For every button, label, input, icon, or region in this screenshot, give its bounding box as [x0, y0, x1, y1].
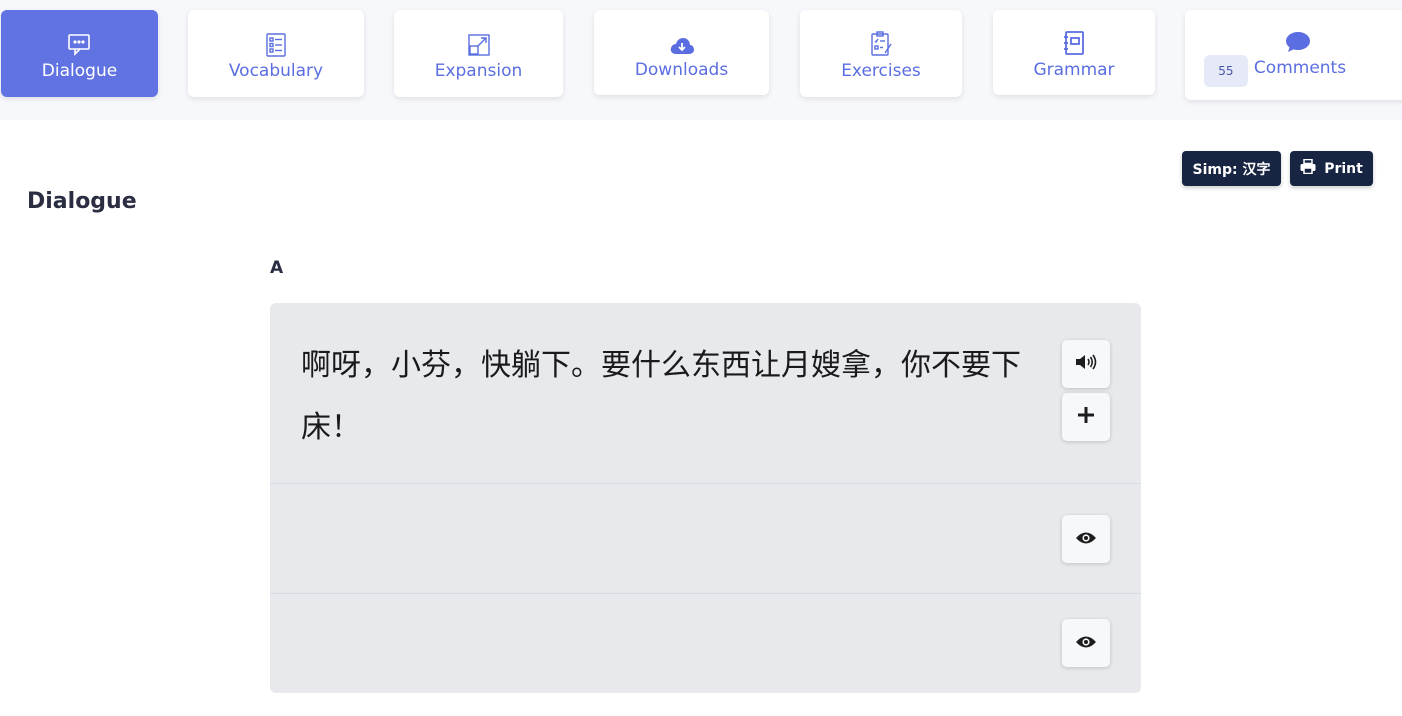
chat-bubble-icon [67, 27, 93, 57]
simplified-toggle-button[interactable]: Simp: 汉字 [1182, 151, 1281, 186]
printer-icon [1300, 158, 1316, 178]
dialogue-line-card: 啊呀，小芬，快躺下。要什么东西让月嫂拿，你不要下床！ [270, 303, 1141, 693]
notebook-icon [1062, 26, 1086, 56]
add-button[interactable] [1062, 393, 1110, 441]
tab-grammar[interactable]: Grammar [993, 10, 1155, 95]
plus-icon [1077, 406, 1095, 428]
tab-expansion[interactable]: Expansion [394, 10, 563, 97]
tab-bar: Dialogue Vocabulary Expansion Downloads … [0, 0, 1402, 120]
tab-exercises[interactable]: Exercises [800, 10, 962, 97]
tab-downloads[interactable]: Downloads [594, 10, 769, 95]
speaker-label: A [270, 258, 284, 278]
page-title: Dialogue [27, 189, 137, 214]
list-icon [265, 27, 287, 57]
chinese-line-text: 啊呀，小芬，快躺下。要什么东西让月嫂拿，你不要下床！ [301, 348, 1021, 445]
cloud-download-icon [669, 26, 695, 56]
tab-label: Comments [1253, 58, 1347, 78]
tab-label: Exercises [841, 60, 921, 81]
translation-section [270, 594, 1141, 693]
tab-vocabulary[interactable]: Vocabulary [188, 10, 364, 97]
pinyin-section [270, 484, 1141, 593]
tab-label: Downloads [634, 59, 729, 80]
print-button[interactable]: Print [1290, 151, 1373, 186]
clipboard-icon [869, 27, 893, 57]
speaker-volume-icon [1075, 353, 1097, 375]
print-label: Print [1324, 160, 1363, 177]
play-audio-button[interactable] [1062, 340, 1110, 388]
eye-icon [1075, 634, 1097, 653]
tab-comments[interactable]: 55 Comments [1185, 10, 1402, 100]
reveal-translation-button[interactable] [1062, 619, 1110, 667]
chinese-text-section: 啊呀，小芬，快躺下。要什么东西让月嫂拿，你不要下床！ [270, 303, 1141, 483]
comments-count-badge: 55 [1203, 55, 1248, 87]
reveal-pinyin-button[interactable] [1062, 515, 1110, 563]
tab-label: Grammar [1033, 59, 1115, 80]
tab-label: Dialogue [41, 60, 118, 81]
eye-icon [1075, 530, 1097, 549]
simplified-toggle-label: Simp: 汉字 [1192, 161, 1271, 178]
expand-icon [467, 27, 491, 57]
tab-label: Expansion [434, 60, 523, 81]
tab-dialogue[interactable]: Dialogue [1, 10, 158, 97]
tab-label: Vocabulary [228, 60, 324, 81]
